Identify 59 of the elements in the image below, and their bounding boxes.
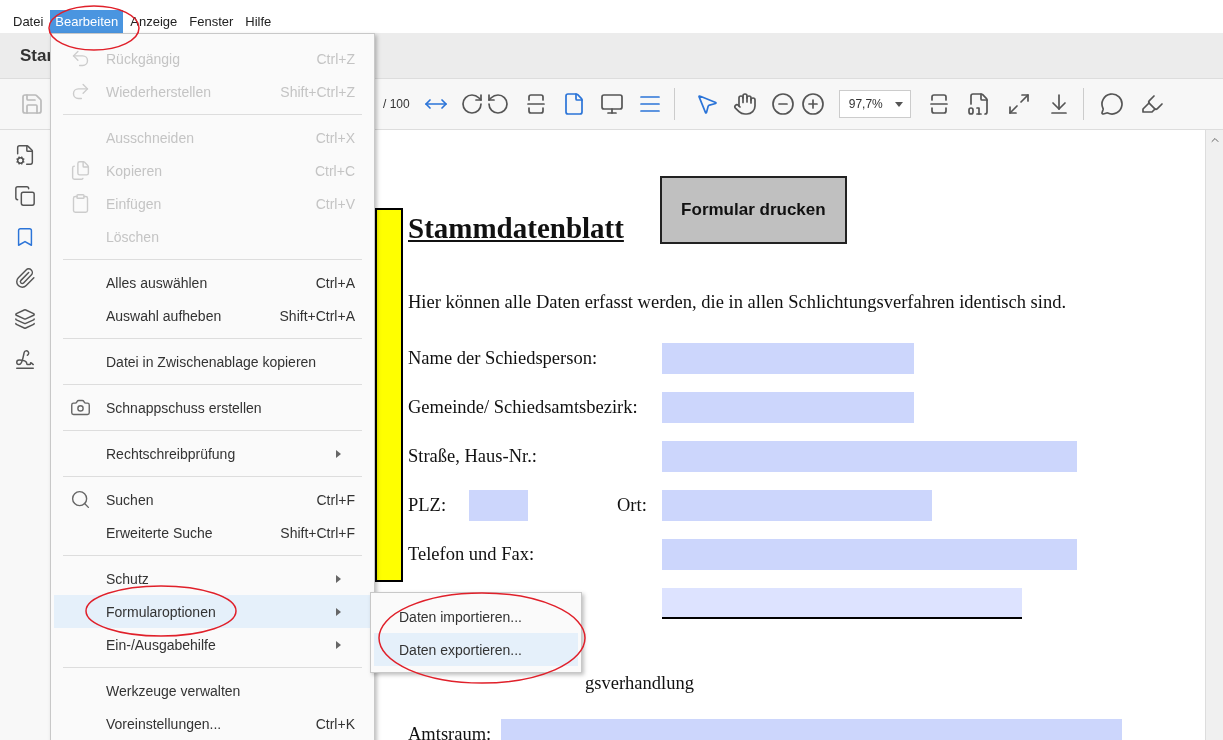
field-label: Amtsraum: (408, 724, 493, 740)
hand-icon[interactable] (732, 92, 757, 116)
submenu-arrow-icon (336, 607, 341, 616)
submenu-arrow-icon (336, 574, 341, 583)
monitor-icon[interactable] (599, 92, 624, 116)
menu-item[interactable]: Daten importieren... (374, 600, 578, 633)
field-label: Straße, Haus-Nr.: (408, 446, 538, 467)
menu-item[interactable]: Suchen Ctrl+F (54, 483, 371, 516)
document-title: Stammdatenblatt (408, 211, 624, 246)
menu-bar-item[interactable]: Fenster (184, 10, 239, 33)
menu-item[interactable]: Alles auswählen Ctrl+A (54, 266, 371, 299)
input-field[interactable] (662, 441, 1077, 472)
camera-icon (69, 397, 91, 418)
input-field[interactable] (662, 392, 914, 423)
field-label: Telefon und Fax: (408, 544, 536, 565)
menu-bar-item[interactable]: Hilfe (240, 10, 277, 33)
menu-item[interactable]: Rechtschreibprüfung (54, 437, 371, 470)
comment-icon[interactable] (1099, 92, 1124, 116)
menu-item[interactable]: Formularoptionen (54, 595, 371, 628)
print-form-button[interactable]: Formular drucken (659, 176, 847, 244)
menu-item[interactable]: Datei in Zwischenablage kopieren (54, 345, 371, 378)
caret-icon (894, 101, 903, 107)
field-label: Gemeinde/ Schiedsamtsbezirk: (408, 397, 639, 418)
menu-item[interactable]: Voreinstellungen... Ctrl+K (54, 707, 371, 740)
menu-item[interactable]: Daten exportieren... (374, 633, 578, 666)
highlighter-icon[interactable] (1139, 92, 1164, 116)
fullscreen-icon[interactable] (1006, 92, 1031, 116)
layers-icon (14, 308, 36, 330)
paperclip-icon (14, 267, 36, 289)
input-field[interactable] (662, 343, 914, 374)
menu-item[interactable]: Schnappschuss erstellen (54, 391, 371, 424)
menu-item[interactable]: Erweiterte Suche Shift+Ctrl+F (54, 516, 371, 549)
rotate-clockwise-icon[interactable] (459, 92, 484, 116)
input-field[interactable] (662, 490, 932, 521)
menu-item[interactable]: Auswahl aufheben Shift+Ctrl+A (54, 299, 371, 332)
file-tools-icon (14, 144, 36, 166)
zoom-in-icon[interactable] (800, 92, 825, 116)
copy-icon (69, 160, 91, 181)
zoom-dropdown[interactable]: 97,7% (838, 90, 911, 118)
section-heading: gsverhandlung (585, 672, 695, 695)
pages-icon (14, 185, 36, 207)
menu-item[interactable]: Schutz (54, 562, 371, 595)
menu-item[interactable]: Ein-/Ausgabehilfe (54, 628, 371, 661)
menu-item[interactable]: Werkzeuge verwalten (54, 674, 371, 707)
field-label: PLZ: (408, 495, 448, 516)
input-field[interactable] (469, 490, 528, 521)
field-label: Name der Schiedsperson: (408, 348, 599, 369)
input-field[interactable] (662, 539, 1077, 570)
rotate-counterclockwise-icon[interactable] (485, 92, 510, 116)
zoom-out-icon[interactable] (770, 92, 795, 116)
submenu-arrow-icon (336, 449, 341, 458)
menu-bar-item[interactable]: Datei (8, 10, 49, 33)
page-count: / 100 (383, 97, 410, 111)
field-label: Ort: (617, 495, 648, 516)
search-icon (69, 489, 91, 510)
intro-text: Hier können alle Daten erfasst werden, die in allen Schlichtungsverfahren identisch sind. (408, 291, 1068, 314)
input-field[interactable] (662, 588, 1022, 619)
submenu-arrow-icon (336, 640, 341, 649)
signature-icon (14, 349, 36, 371)
